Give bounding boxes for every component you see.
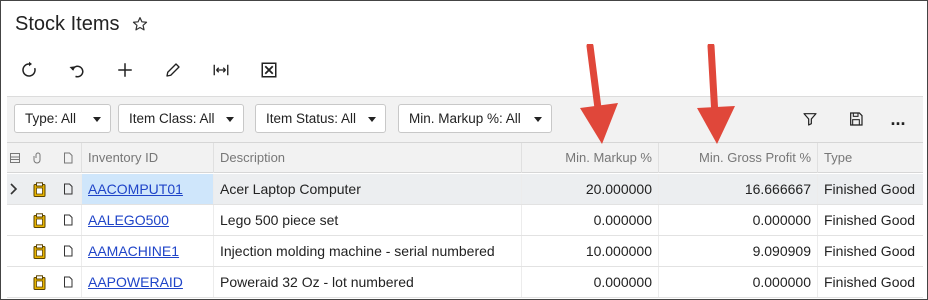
note-icon[interactable] <box>57 236 79 266</box>
fit-width-icon <box>213 64 229 76</box>
edit-button[interactable] <box>162 59 184 81</box>
item-class-filter-label: Item Class: All <box>129 111 215 126</box>
inventory-id-cell[interactable]: AAMACHINE1 <box>82 236 213 266</box>
row-selector-chevron-icon[interactable] <box>7 174 21 204</box>
header-inventory-id[interactable]: Inventory ID <box>81 143 213 173</box>
type-cell: Finished Good <box>824 212 916 228</box>
plus-icon <box>118 63 132 77</box>
header-description[interactable]: Description <box>213 143 521 173</box>
table-row[interactable]: AAMACHINE1 Injection molding machine - se… <box>7 236 923 267</box>
excel-icon <box>261 62 277 78</box>
undo-button[interactable] <box>66 59 88 81</box>
description-cell: Poweraid 32 Oz - lot numbered <box>220 274 414 290</box>
clipboard-icon[interactable] <box>29 267 49 297</box>
min-markup-cell: 0.000000 <box>593 212 652 228</box>
filter-bar: Type: All Item Class: All Item Status: A… <box>7 96 923 142</box>
inventory-id-cell[interactable]: AAPOWERAID <box>82 267 213 297</box>
type-filter-label: Type: All <box>25 111 77 126</box>
note-column-icon[interactable] <box>57 143 79 173</box>
fit-to-screen-button[interactable] <box>210 59 232 81</box>
min-gross-profit-cell: 9.090909 <box>752 243 811 259</box>
table-row[interactable]: AAPOWERAID Poweraid 32 Oz - lot numbered 0… <box>7 267 923 298</box>
filter-button[interactable] <box>799 108 821 130</box>
funnel-icon <box>803 113 817 126</box>
min-markup-cell: 10.000000 <box>585 243 652 259</box>
refresh-icon <box>22 61 36 77</box>
description-cell: Lego 500 piece set <box>220 212 339 228</box>
min-gross-profit-cell: 0.000000 <box>752 212 811 228</box>
description-cell: Acer Laptop Computer <box>220 181 361 197</box>
min-markup-filter[interactable]: Min. Markup %: All <box>398 104 552 133</box>
min-gross-profit-cell: 0.000000 <box>752 274 811 290</box>
chevron-down-icon <box>93 117 101 122</box>
note-icon[interactable] <box>57 174 79 204</box>
table-row[interactable]: AACOMPUT01 Acer Laptop Computer 20.000000 1… <box>7 174 923 205</box>
export-excel-button[interactable] <box>258 59 280 81</box>
type-cell: Finished Good <box>824 243 916 259</box>
inventory-id-link[interactable]: AALEGO500 <box>88 212 169 228</box>
inventory-id-cell[interactable]: AACOMPUT01 <box>82 174 213 204</box>
note-icon[interactable] <box>57 205 79 235</box>
type-cell: Finished Good <box>824 181 916 197</box>
min-markup-cell: 20.000000 <box>585 181 652 197</box>
inventory-id-link[interactable]: AAPOWERAID <box>88 274 183 290</box>
item-class-filter[interactable]: Item Class: All <box>118 104 244 133</box>
clipboard-icon[interactable] <box>29 205 49 235</box>
save-icon <box>850 112 863 126</box>
add-button[interactable] <box>114 59 136 81</box>
refresh-button[interactable] <box>18 59 40 81</box>
clipboard-icon[interactable] <box>29 236 49 266</box>
annotation-arrow-gross-profit <box>697 44 735 144</box>
attachment-column-icon[interactable] <box>27 143 49 173</box>
chevron-down-icon <box>534 117 542 122</box>
clipboard-icon[interactable] <box>29 174 49 204</box>
min-markup-filter-label: Min. Markup %: All <box>409 111 521 126</box>
note-icon[interactable] <box>57 267 79 297</box>
chevron-down-icon <box>226 117 234 122</box>
page-title: Stock Items <box>15 12 120 35</box>
table-row[interactable]: AALEGO500 Lego 500 piece set 0.000000 0.000… <box>7 205 923 236</box>
undo-icon <box>69 65 84 78</box>
type-cell: Finished Good <box>824 274 916 290</box>
inventory-id-link[interactable]: AACOMPUT01 <box>88 181 183 197</box>
item-status-filter[interactable]: Item Status: All <box>255 104 386 133</box>
grid-header: Inventory ID Description Min. Markup % M… <box>7 142 923 173</box>
item-status-filter-label: Item Status: All <box>266 111 357 126</box>
star-outline-icon[interactable] <box>131 15 149 33</box>
min-markup-cell: 0.000000 <box>593 274 652 290</box>
inventory-id-cell[interactable]: AALEGO500 <box>82 205 213 235</box>
more-options-button[interactable]: ... <box>887 108 909 130</box>
chevron-down-icon <box>368 117 376 122</box>
annotation-arrow-markup <box>580 44 618 144</box>
save-filter-button[interactable] <box>845 108 867 130</box>
min-gross-profit-cell: 16.666667 <box>744 181 811 197</box>
title-row: Stock Items <box>15 10 149 38</box>
inventory-id-link[interactable]: AAMACHINE1 <box>88 243 179 259</box>
pencil-icon <box>166 63 180 77</box>
type-filter[interactable]: Type: All <box>14 104 111 133</box>
description-cell: Injection molding machine - serial numbe… <box>220 243 495 259</box>
header-type[interactable]: Type <box>817 143 923 173</box>
more-options-label: ... <box>890 109 906 129</box>
files-column-icon[interactable] <box>7 143 23 173</box>
toolbar <box>18 56 306 84</box>
